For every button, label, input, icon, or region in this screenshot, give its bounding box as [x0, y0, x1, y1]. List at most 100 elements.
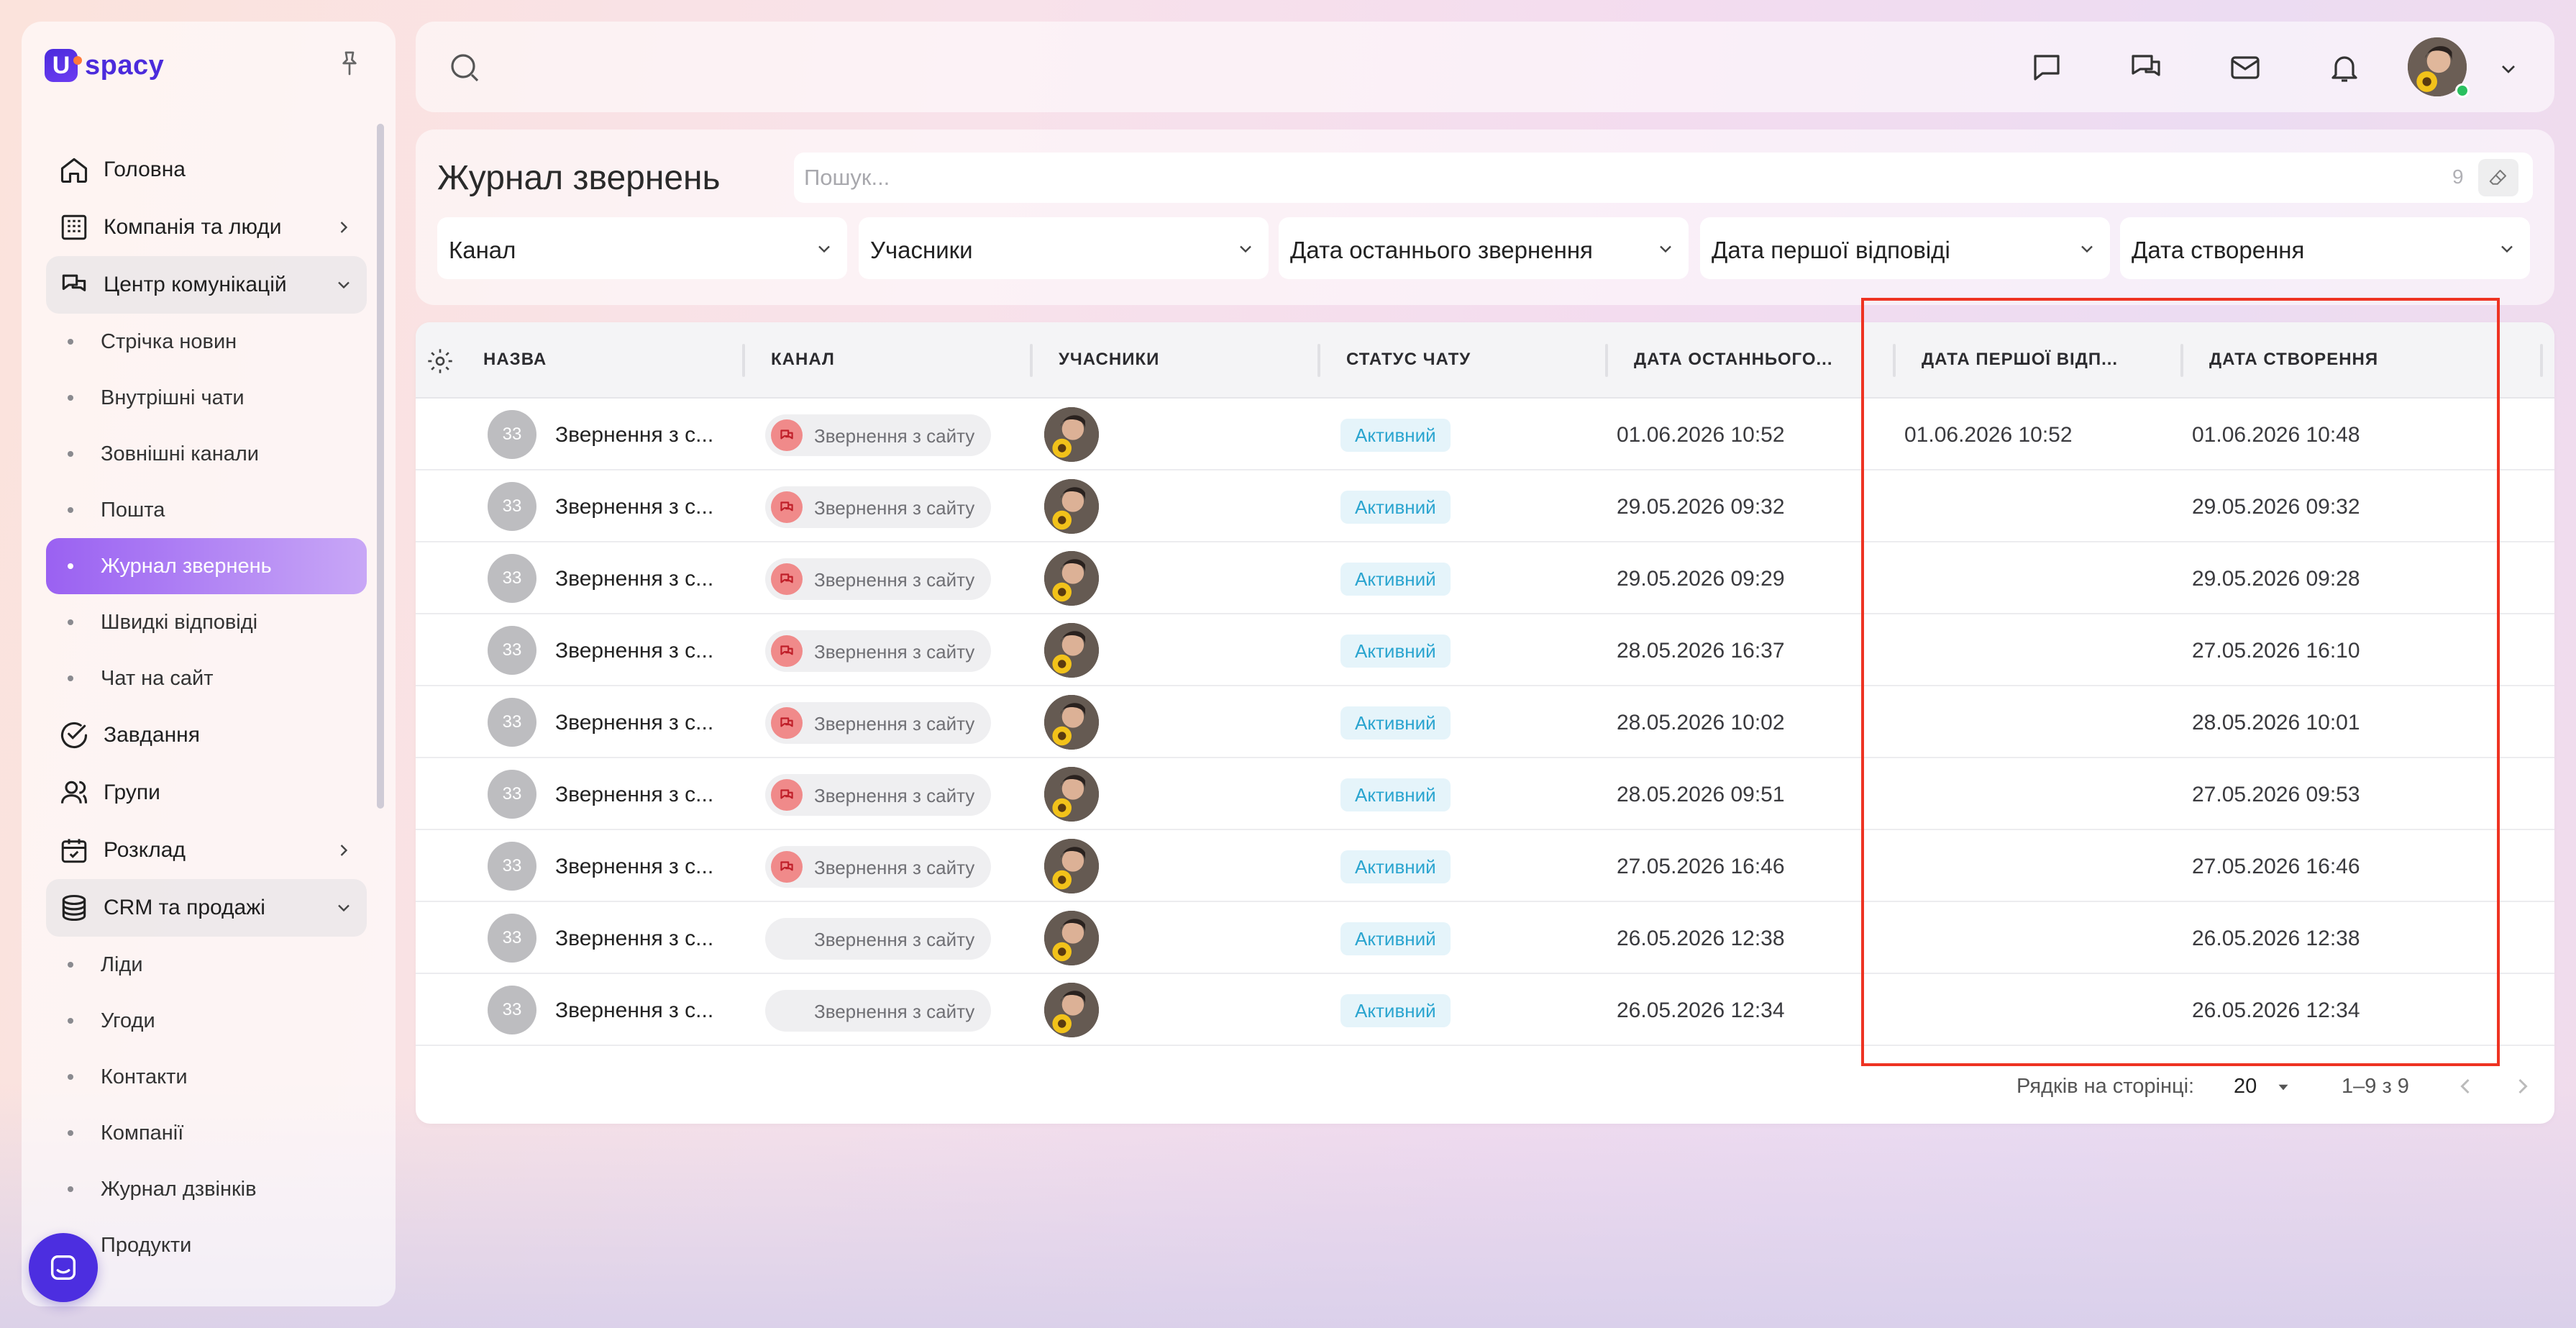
sidebar-item-communications[interactable]: Центр комунікацій — [46, 256, 367, 314]
logo[interactable]: U spacy — [45, 49, 164, 82]
filter-channel[interactable]: Канал — [437, 217, 847, 279]
channel-chip: Звернення з сайту — [765, 414, 991, 456]
sidebar-item-contacts[interactable]: Контакти — [46, 1049, 367, 1105]
column-header-channel[interactable]: КАНАЛ — [771, 350, 835, 370]
mail-icon[interactable] — [2228, 50, 2262, 85]
participant-avatar[interactable] — [1044, 911, 1099, 965]
sidebar-scrollbar-thumb[interactable] — [377, 124, 384, 809]
chevron-right-icon[interactable] — [334, 840, 354, 860]
request-name[interactable]: Звернення з с... — [555, 567, 713, 591]
support-chat-button[interactable] — [29, 1233, 98, 1302]
column-header-name[interactable]: НАЗВА — [483, 350, 547, 370]
request-name[interactable]: Звернення з с... — [555, 495, 713, 519]
channel-chat-icon — [771, 563, 803, 595]
sidebar-item-schedule[interactable]: Розклад — [46, 822, 367, 879]
chevron-down-icon[interactable] — [2497, 58, 2520, 81]
filter-last-request-date[interactable]: Дата останнього звернення — [1279, 217, 1689, 279]
participant-avatar[interactable] — [1044, 767, 1099, 822]
sidebar-item-tasks[interactable]: Завдання — [46, 706, 367, 764]
prev-page-icon[interactable] — [2452, 1073, 2478, 1099]
request-name[interactable]: Звернення з с... — [555, 639, 713, 663]
search-box[interactable]: 9 — [794, 153, 2533, 203]
sidebar-item-site-chat[interactable]: Чат на сайт — [46, 650, 367, 706]
request-name[interactable]: Звернення з с... — [555, 423, 713, 447]
bullet-icon — [68, 962, 73, 968]
search-input[interactable] — [804, 160, 2386, 196]
sidebar: U spacy Головна Компанія та люди Центр к… — [22, 22, 396, 1306]
bell-icon[interactable] — [2327, 50, 2362, 85]
filter-label: Дата останнього звернення — [1290, 237, 1593, 263]
sidebar-item-external-channels[interactable]: Зовнішні канали — [46, 426, 367, 482]
last-request-date: 29.05.2026 09:32 — [1617, 495, 1785, 519]
column-resizer[interactable] — [1605, 344, 1608, 377]
filter-first-reply-date[interactable]: Дата першої відповіді — [1700, 217, 2110, 279]
chats-icon[interactable] — [2129, 50, 2163, 85]
sidebar-item-label: Центр комунікацій — [104, 273, 287, 296]
column-header-participants[interactable]: УЧАСНИКИ — [1059, 350, 1159, 370]
caret-down-icon[interactable] — [2274, 1078, 2293, 1096]
sidebar-item-mail[interactable]: Пошта — [46, 482, 367, 538]
channel-chip: Звернення з сайту — [765, 702, 991, 744]
sidebar-item-companies[interactable]: Компанії — [46, 1105, 367, 1161]
logo-mark: U — [45, 49, 82, 82]
participant-avatar[interactable] — [1044, 407, 1099, 462]
sidebar-item-crm[interactable]: CRM та продажі — [46, 879, 367, 937]
participant-avatar[interactable] — [1044, 479, 1099, 534]
last-request-date: 27.05.2026 16:46 — [1617, 855, 1785, 878]
participant-avatar[interactable] — [1044, 695, 1099, 750]
top-bar — [416, 22, 2554, 112]
column-resizer[interactable] — [1317, 344, 1320, 377]
annotation-highlight-box — [1861, 298, 2500, 1066]
request-name[interactable]: Звернення з с... — [555, 927, 713, 951]
channel-chat-icon — [771, 419, 803, 451]
pin-icon[interactable] — [335, 47, 364, 79]
next-page-icon[interactable] — [2510, 1073, 2536, 1099]
sidebar-item-groups[interactable]: Групи — [46, 764, 367, 822]
sidebar-item-internal-chats[interactable]: Внутрішні чати — [46, 370, 367, 426]
bullet-icon — [68, 563, 73, 569]
sidebar-item-company[interactable]: Компанія та люди — [46, 199, 367, 256]
chevron-down-icon[interactable] — [334, 275, 354, 295]
chevron-down-icon[interactable] — [334, 898, 354, 918]
bullet-icon — [68, 1018, 73, 1024]
sidebar-item-home[interactable]: Головна — [46, 141, 367, 199]
request-name[interactable]: Звернення з с... — [555, 999, 713, 1023]
request-name[interactable]: Звернення з с... — [555, 783, 713, 807]
bullet-icon — [68, 676, 73, 681]
chevron-down-icon — [2081, 245, 2093, 253]
participant-avatar[interactable] — [1044, 983, 1099, 1037]
sidebar-item-leads[interactable]: Ліди — [46, 937, 367, 993]
column-header-last-request-date[interactable]: ДАТА ОСТАННЬОГО... — [1634, 350, 1833, 370]
clear-search-button[interactable] — [2478, 159, 2518, 196]
sidebar-item-news-feed[interactable]: Стрічка новин — [46, 314, 367, 370]
search-icon[interactable] — [447, 50, 482, 85]
sidebar-item-deals[interactable]: Угоди — [46, 993, 367, 1049]
column-resizer[interactable] — [1030, 344, 1033, 377]
message-icon[interactable] — [2029, 50, 2064, 85]
request-name[interactable]: Звернення з с... — [555, 855, 713, 879]
channel-chip: Звернення з сайту — [765, 558, 991, 600]
status-badge: Активний — [1340, 419, 1451, 452]
participant-avatar[interactable] — [1044, 623, 1099, 678]
participant-avatar[interactable] — [1044, 839, 1099, 893]
participant-avatar[interactable] — [1044, 551, 1099, 606]
column-resizer[interactable] — [742, 344, 745, 377]
sidebar-item-requests-log[interactable]: Журнал звернень — [46, 538, 367, 594]
rows-per-page-select[interactable]: 20 — [2234, 1075, 2257, 1099]
sidebar-item-label: Угоди — [101, 1009, 155, 1032]
eraser-icon — [2489, 170, 2506, 185]
channel-label: Звернення з сайту — [814, 1001, 975, 1022]
column-resizer[interactable] — [2540, 344, 2543, 377]
request-avatar: 33 — [488, 842, 536, 891]
channel-label: Звернення з сайту — [814, 929, 975, 950]
chevron-right-icon[interactable] — [334, 217, 354, 237]
bullet-icon — [68, 619, 73, 625]
request-name[interactable]: Звернення з с... — [555, 711, 713, 735]
sidebar-item-quick-replies[interactable]: Швидкі відповіді — [46, 594, 367, 650]
filter-participants[interactable]: Учасники — [859, 217, 1269, 279]
sidebar-item-call-log[interactable]: Журнал дзвінків — [46, 1161, 367, 1217]
filter-created-date[interactable]: Дата створення — [2120, 217, 2530, 279]
channel-chip: Звернення з сайту — [765, 630, 991, 672]
column-header-chat-status[interactable]: СТАТУС ЧАТУ — [1346, 350, 1471, 370]
gear-icon[interactable] — [426, 347, 455, 376]
